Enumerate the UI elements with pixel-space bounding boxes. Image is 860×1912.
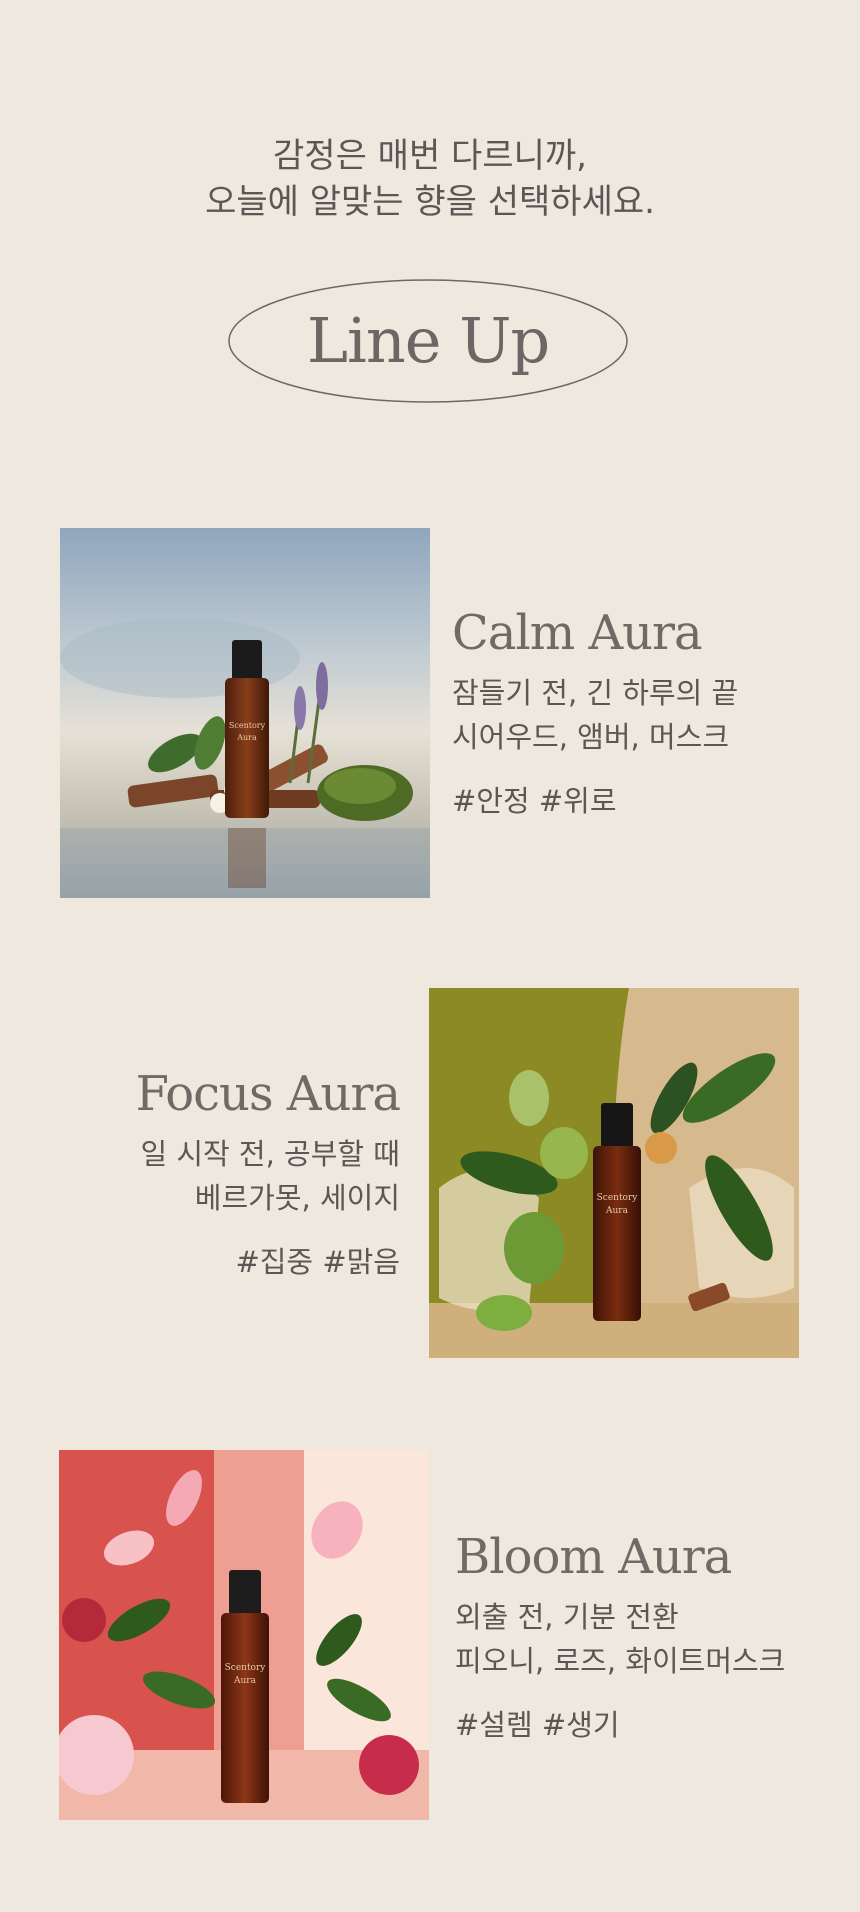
intro-text: 감정은 매번 다르니까, 오늘에 알맞는 향을 선택하세요.	[0, 133, 860, 225]
product-description: 외출 전, 기분 전환 피오니, 로즈, 화이트머스크	[455, 1595, 835, 1683]
intro-line-1: 감정은 매번 다르니까,	[273, 136, 587, 176]
calm-aura-info: Calm Aura 잠들기 전, 긴 하루의 끝 시어우드, 앰버, 머스크 #…	[452, 605, 832, 821]
focus-aura-info: Focus Aura 일 시작 전, 공부할 때 베르가못, 세이지 #집중 #…	[20, 1066, 401, 1282]
product-occasion: 잠들기 전, 긴 하루의 끝	[452, 676, 739, 710]
product-notes: 베르가못, 세이지	[194, 1181, 400, 1215]
lineup-badge: Line Up	[228, 279, 628, 403]
svg-text:Aura: Aura	[233, 1676, 257, 1686]
intro-line-2: 오늘에 알맞는 향을 선택하세요.	[205, 182, 655, 222]
svg-text:Scentory: Scentory	[597, 1193, 639, 1203]
product-notes: 시어우드, 앰버, 머스크	[452, 720, 729, 754]
product-hashtags: #집중 #맑음	[235, 1245, 400, 1279]
product-description: 일 시작 전, 공부할 때 베르가못, 세이지	[20, 1132, 400, 1220]
product-name: Focus Aura	[135, 1066, 401, 1122]
svg-text:Aura: Aura	[236, 733, 257, 742]
bloom-aura-image: Scentory Aura	[59, 1450, 429, 1820]
lineup-page: 감정은 매번 다르니까, 오늘에 알맞는 향을 선택하세요. Line Up S…	[0, 0, 860, 1912]
focus-aura-image: Scentory Aura	[429, 988, 799, 1358]
calm-aura-image: Scentory Aura	[60, 528, 430, 898]
svg-text:Aura: Aura	[605, 1206, 629, 1216]
product-hashtags: #안정 #위로	[452, 784, 617, 818]
product-description: 잠들기 전, 긴 하루의 끝 시어우드, 앰버, 머스크	[452, 671, 832, 759]
svg-text:Scentory: Scentory	[229, 721, 266, 730]
product-occasion: 외출 전, 기분 전환	[455, 1600, 679, 1634]
product-name: Bloom Aura	[455, 1529, 732, 1585]
product-occasion: 일 시작 전, 공부할 때	[140, 1137, 400, 1171]
product-hashtags: #설렘 #생기	[455, 1708, 620, 1742]
product-notes: 피오니, 로즈, 화이트머스크	[455, 1644, 786, 1678]
svg-text:Scentory: Scentory	[225, 1663, 267, 1673]
lineup-title: Line Up	[306, 304, 550, 377]
bloom-aura-info: Bloom Aura 외출 전, 기분 전환 피오니, 로즈, 화이트머스크 #…	[455, 1529, 835, 1745]
product-name: Calm Aura	[452, 605, 703, 661]
